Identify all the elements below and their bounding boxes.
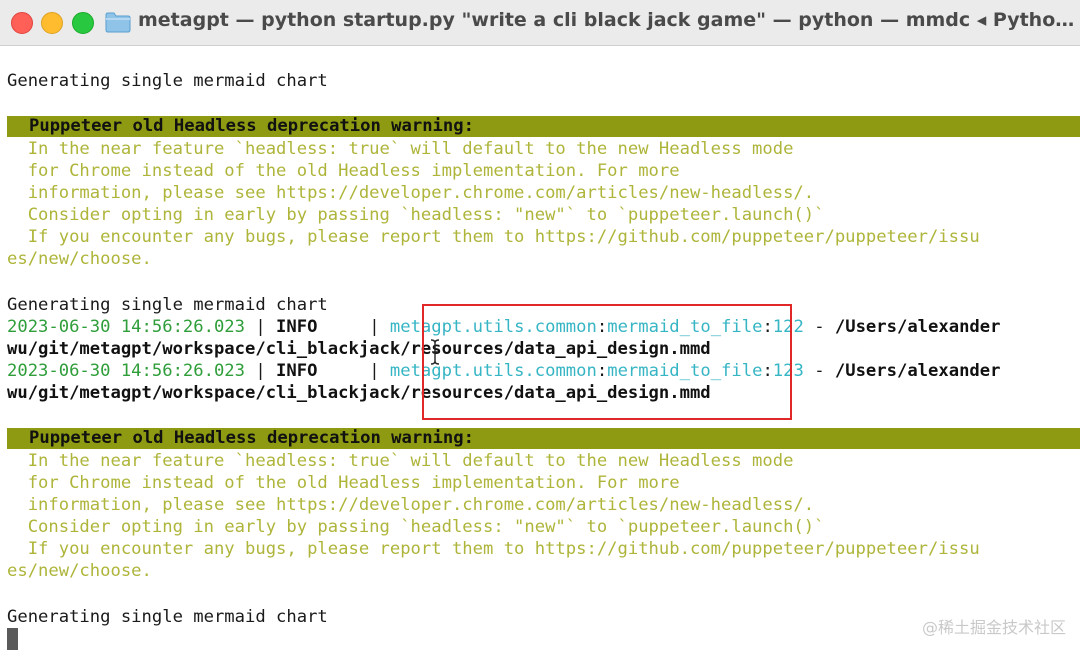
warning-line: es/new/choose. <box>7 561 152 581</box>
warning-heading: Puppeteer old Headless deprecation warni… <box>29 428 474 448</box>
log-timestamp: 2023-06-30 14:56:26.023 <box>7 317 245 337</box>
log-separator: | <box>358 361 390 381</box>
block-cursor <box>7 628 18 650</box>
log-dash: - <box>803 361 835 381</box>
warning-line: es/new/choose. <box>7 249 152 269</box>
folder-icon <box>105 12 131 33</box>
watermark: @稀土掘金技术社区 <box>921 618 1066 637</box>
status-line: Generating single mermaid chart <box>7 607 328 627</box>
warning-line: If you encounter any bugs, please report… <box>7 227 980 247</box>
terminal-output[interactable]: Generating single mermaid chart Puppetee… <box>0 46 1080 656</box>
log-level: INFO <box>276 361 359 381</box>
text-cursor-icon <box>430 339 440 365</box>
warning-line: for Chrome instead of the old Headless i… <box>7 473 680 493</box>
log-message: /Users/alexander <box>834 317 1001 337</box>
close-window-button[interactable] <box>11 12 33 34</box>
warning-line: Consider opting in early by passing `hea… <box>7 517 825 537</box>
minimize-window-button[interactable] <box>41 12 63 34</box>
highlight-annotation-box <box>422 304 792 420</box>
log-dash: - <box>803 317 835 337</box>
window-titlebar[interactable]: metagpt — python startup.py "write a cli… <box>0 0 1080 46</box>
warning-line: information, please see https://develope… <box>7 183 815 203</box>
window-title: metagpt — python startup.py "write a cli… <box>138 9 1078 31</box>
warning-line: Consider opting in early by passing `hea… <box>7 205 825 225</box>
log-separator: | <box>358 317 390 337</box>
log-separator: | <box>245 317 277 337</box>
status-line: Generating single mermaid chart <box>7 71 328 91</box>
status-line: Generating single mermaid chart <box>7 295 328 315</box>
warning-line: If you encounter any bugs, please report… <box>7 539 980 559</box>
warning-heading: Puppeteer old Headless deprecation warni… <box>29 116 474 136</box>
warning-line: In the near feature `headless: true` wil… <box>7 451 794 471</box>
log-timestamp: 2023-06-30 14:56:26.023 <box>7 361 245 381</box>
log-level: INFO <box>276 317 359 337</box>
log-message: /Users/alexander <box>834 361 1001 381</box>
warning-line: information, please see https://develope… <box>7 495 815 515</box>
log-separator: | <box>245 361 277 381</box>
warning-line: In the near feature `headless: true` wil… <box>7 139 794 159</box>
zoom-window-button[interactable] <box>72 12 94 34</box>
warning-line: for Chrome instead of the old Headless i… <box>7 161 680 181</box>
